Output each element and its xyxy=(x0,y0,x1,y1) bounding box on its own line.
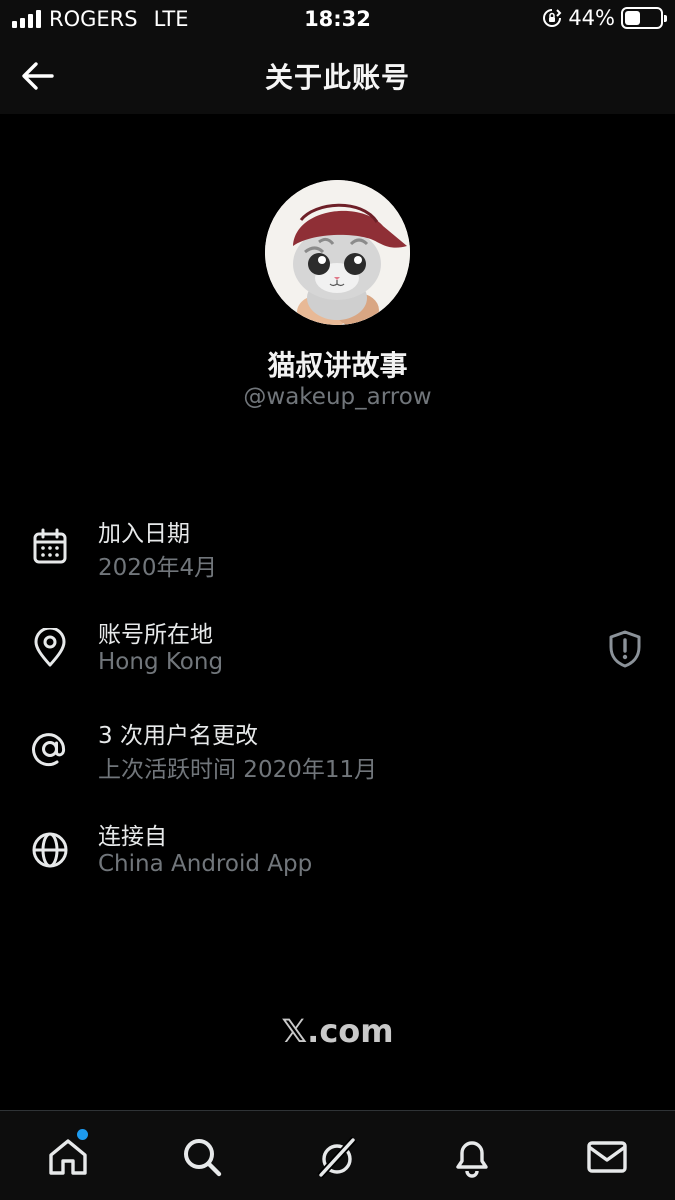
username-handle: @wakeup_arrow xyxy=(243,384,432,410)
connected-via-value: China Android App xyxy=(98,851,313,877)
signal-strength-icon xyxy=(12,10,41,28)
back-button[interactable] xyxy=(18,58,58,94)
join-date-value: 2020年4月 xyxy=(98,555,218,581)
avatar[interactable] xyxy=(265,180,410,325)
battery-icon xyxy=(621,7,667,29)
notifications-bell-icon xyxy=(456,1141,488,1178)
home-notification-dot xyxy=(77,1129,88,1140)
grok-icon xyxy=(317,1136,357,1179)
home-icon xyxy=(49,1139,87,1175)
info-row-account-location: 账号所在地 Hong Kong xyxy=(0,615,675,685)
username-changes-title: 3 次用户名更改 xyxy=(98,723,258,749)
status-left: ROGERS LTE xyxy=(12,7,189,31)
nav-messages[interactable] xyxy=(585,1135,629,1179)
join-date-title: 加入日期 xyxy=(98,521,190,547)
x-com-link[interactable]: 𝕏.com xyxy=(0,1012,675,1050)
status-right: 44% xyxy=(542,6,667,30)
header: 关于此账号 xyxy=(0,38,675,114)
calendar-icon xyxy=(33,528,67,564)
location-pin-icon xyxy=(34,628,66,667)
info-row-username-changes: 3 次用户名更改 上次活跃时间 2020年11月 xyxy=(0,716,675,786)
account-location-value: Hong Kong xyxy=(98,649,224,675)
page-title: 关于此账号 xyxy=(264,61,410,94)
messages-envelope-icon xyxy=(587,1141,627,1173)
status-bar: ROGERS LTE 18:32 44% xyxy=(0,0,675,38)
connected-via-title: 连接自 xyxy=(98,824,167,850)
search-icon xyxy=(184,1139,222,1177)
bottom-nav xyxy=(0,1110,675,1200)
nav-home[interactable] xyxy=(46,1135,90,1179)
nav-grok[interactable] xyxy=(315,1135,359,1179)
globe-icon xyxy=(32,832,68,868)
display-name: 猫叔讲故事 xyxy=(267,349,408,382)
avatar-cat-image xyxy=(265,180,410,325)
battery-percent: 44% xyxy=(568,6,615,30)
battery-fill xyxy=(625,11,640,25)
nav-notifications[interactable] xyxy=(450,1135,494,1179)
carrier-label: ROGERS xyxy=(49,7,138,31)
rotation-lock-icon xyxy=(543,9,562,27)
account-location-title: 账号所在地 xyxy=(98,622,213,648)
info-row-join-date: 加入日期 2020年4月 xyxy=(0,514,675,584)
at-sign-icon xyxy=(32,733,66,767)
shield-alert-icon[interactable] xyxy=(607,629,643,669)
about-account-screen: ROGERS LTE 18:32 44% 关于此账号 猫叔讲故事 @wakeup… xyxy=(0,0,675,1200)
network-label: LTE xyxy=(153,7,189,31)
info-row-connected-via: 连接自 China Android App xyxy=(0,817,675,887)
arrow-left-icon xyxy=(22,62,54,90)
nav-search[interactable] xyxy=(180,1135,224,1179)
last-active-value: 上次活跃时间 2020年11月 xyxy=(98,757,378,783)
